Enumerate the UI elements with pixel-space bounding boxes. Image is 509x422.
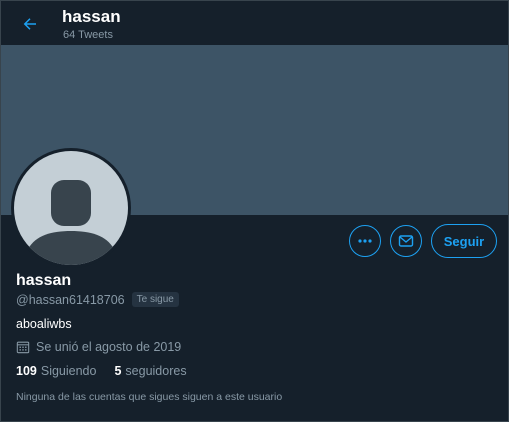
- profile-page: hassan 64 Tweets Seguir hassan @hassan61…: [0, 0, 509, 422]
- back-arrow-icon: [23, 18, 36, 30]
- message-button[interactable]: [390, 225, 422, 257]
- profile-header: hassan 64 Tweets: [1, 1, 508, 45]
- follow-stats: 109 Siguiendo 5 seguidores: [16, 364, 187, 378]
- followers-label: seguidores: [125, 364, 187, 378]
- mutual-followers-text: Ninguna de las cuentas que sigues siguen…: [16, 391, 283, 403]
- following-link[interactable]: 109 Siguiendo: [16, 364, 96, 378]
- following-count: 109: [16, 364, 37, 378]
- more-icon: [358, 239, 372, 243]
- follows-you-badge: Te sigue: [131, 292, 179, 307]
- followers-count: 5: [114, 364, 122, 378]
- calendar-icon: [16, 341, 30, 354]
- tweet-count: 64 Tweets: [63, 29, 113, 41]
- default-avatar-icon: [14, 151, 128, 265]
- user-bio: aboaliwbs: [16, 317, 72, 331]
- handle-row: @hassan61418706 Te sigue: [16, 292, 179, 307]
- more-button[interactable]: [349, 225, 381, 257]
- following-label: Siguiendo: [40, 364, 97, 378]
- header-name: hassan: [62, 7, 121, 26]
- message-icon: [398, 235, 414, 247]
- avatar[interactable]: [11, 148, 131, 268]
- user-handle: @hassan61418706: [16, 292, 125, 307]
- follow-button[interactable]: Seguir: [431, 224, 497, 258]
- joined-text: Se unió el agosto de 2019: [36, 340, 182, 354]
- followers-link[interactable]: 5 seguidores: [114, 364, 186, 378]
- back-button[interactable]: [15, 9, 45, 39]
- display-name: hassan: [16, 272, 72, 289]
- joined-date: Se unió el agosto de 2019: [16, 340, 181, 354]
